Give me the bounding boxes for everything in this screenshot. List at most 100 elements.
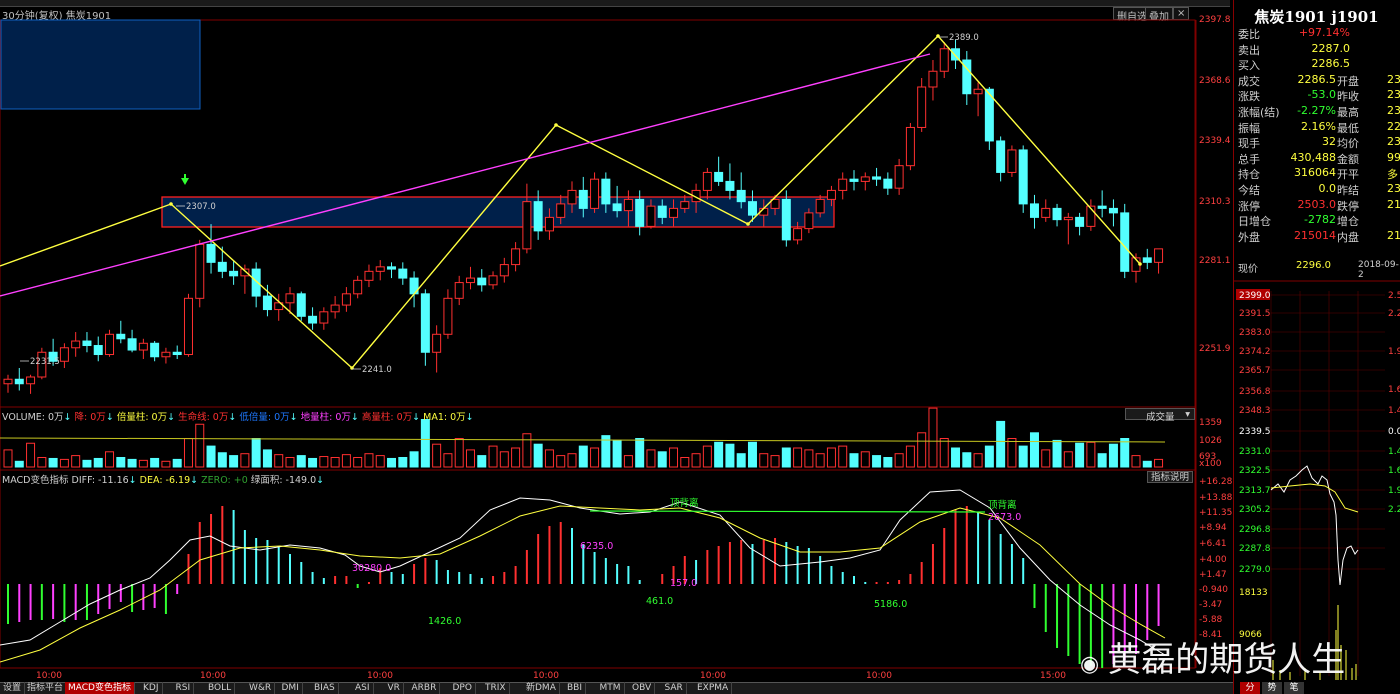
candle-body <box>1007 149 1017 173</box>
volume-bar <box>1097 453 1107 468</box>
indicator-tab-5[interactable]: BOLL <box>205 682 236 694</box>
indicator-tab-6[interactable]: W&R <box>246 682 276 694</box>
volume-bar <box>781 447 791 468</box>
mini-tab-2[interactable]: 笔 <box>1284 682 1304 694</box>
macd-note-2: 1426.0 <box>428 616 461 627</box>
candle-body <box>26 376 36 385</box>
indicator-tab-12[interactable]: DPO <box>450 682 476 694</box>
buy-arrow-icon <box>181 178 189 185</box>
volume-bar <box>150 457 160 468</box>
indicator-tab-19[interactable]: EXPMA <box>694 682 733 694</box>
volume-bar <box>183 438 193 468</box>
quote-row-label: 今结 <box>1238 184 1260 197</box>
chart-canvas[interactable]: 2397.8 2368.6 2339.4 2310.3 2281.1 2251.… <box>0 0 1233 682</box>
candle-body <box>420 293 430 353</box>
pivot-point <box>554 123 558 127</box>
quote-row: 持仓 316064 开平 多 <box>1236 166 1400 182</box>
volume-bar <box>1131 455 1141 468</box>
volume-bar <box>285 457 295 468</box>
vol-tick-2: 1026 <box>1199 436 1222 446</box>
volume-bar <box>1154 458 1164 468</box>
price-tick-2: 2368.6 <box>1199 76 1231 86</box>
indicator-tab-0[interactable]: 设置 <box>0 682 26 694</box>
candle-body <box>1018 149 1028 205</box>
volume-bar <box>657 451 667 468</box>
consolidation-zone <box>161 196 835 228</box>
quote-row-label: 持仓 <box>1238 168 1260 182</box>
time-tick-4: 10:00 <box>533 671 559 681</box>
vol-tick-1: 1359 <box>1199 418 1222 428</box>
candle-body <box>804 212 814 230</box>
candle-body <box>1120 212 1130 272</box>
candle-body <box>714 171 724 182</box>
indicator-tab-9[interactable]: ASI <box>352 682 374 694</box>
macd-tick: -0.940 <box>1199 585 1228 595</box>
candle-body <box>183 297 193 356</box>
vol-ground-label: 地量柱: 0万 <box>300 412 351 423</box>
pivot-point <box>746 222 750 226</box>
indicator-explain-button[interactable]: 指标说明 <box>1147 471 1193 483</box>
indicator-tab-8[interactable]: BIAS <box>311 682 339 694</box>
price-date: 2018-09-2 <box>1358 260 1399 280</box>
indicator-tab-4[interactable]: RSI <box>173 682 195 694</box>
indicator-tab-3[interactable]: KDJ <box>140 682 163 694</box>
candle-body <box>533 201 543 232</box>
volume-bar <box>37 457 47 468</box>
indicator-tab-7[interactable]: DMI <box>279 682 303 694</box>
quote-row-value: 2287.0 <box>1311 41 1351 55</box>
volume-bar <box>747 441 757 468</box>
candle-body <box>894 165 904 189</box>
indicator-tab-14[interactable]: 新DMA <box>523 682 560 694</box>
volume-bar <box>984 445 994 468</box>
mini-tab-1[interactable]: 势 <box>1262 682 1282 694</box>
indicator-tab-11[interactable]: ARBR <box>409 682 441 694</box>
candle-body <box>59 347 69 362</box>
macd-tick: -3.47 <box>1199 600 1222 610</box>
indicator-tab-15[interactable]: BBI <box>564 682 587 694</box>
volume-bar <box>116 457 126 468</box>
quote-row-label: 成交 <box>1238 74 1260 88</box>
volume-bar <box>759 453 769 468</box>
candle-body <box>488 275 498 286</box>
indicator-tab-16[interactable]: MTM <box>597 682 625 694</box>
quote-row-label: 总手 <box>1238 152 1260 166</box>
volume-bar <box>26 442 36 468</box>
volume-indicator-dropdown[interactable]: 成交量 ▾ <box>1125 408 1195 423</box>
volume-bar <box>578 445 588 468</box>
volume-bar <box>544 449 554 468</box>
price-label: 现价 <box>1238 264 1258 275</box>
volume-bar <box>511 447 521 468</box>
volume-bar <box>872 455 882 468</box>
candle-body <box>1142 257 1152 263</box>
candle-body <box>646 205 656 227</box>
indicator-tab-18[interactable]: SAR <box>662 682 687 694</box>
indicator-tab-17[interactable]: OBV <box>629 682 656 694</box>
volume-bar <box>714 441 724 468</box>
macd-diff: DIFF: -11.16 <box>71 475 129 486</box>
time-tick-5: 10:00 <box>700 671 726 681</box>
macd-tick: +13.88 <box>1199 493 1233 503</box>
indicator-tab-1[interactable]: 指标平台 <box>24 682 68 694</box>
macd-note-7: 2673.0 <box>988 512 1021 523</box>
volume-ma-line <box>0 437 1166 443</box>
candle-body <box>612 203 622 212</box>
volume-bar <box>488 445 498 468</box>
volume-bar <box>1063 451 1073 468</box>
volume-bar <box>1142 460 1152 468</box>
candle-body <box>1108 207 1118 214</box>
indicator-tab-2[interactable]: MACD变色指标 <box>65 682 135 694</box>
quote-row-value: 0.0 <box>1318 182 1337 195</box>
volume-bar <box>3 449 13 468</box>
volume-bar <box>274 454 284 468</box>
indicator-tab-13[interactable]: TRIX <box>482 682 510 694</box>
quote-row-value2: 多 <box>1387 168 1398 182</box>
macd-labels: MACD变色指标 DIFF: -11.16↓ DEA: -6.19↓ ZERO:… <box>2 475 325 486</box>
watermark-text: 黄磊的期货人生 <box>1107 640 1346 680</box>
macd-histogram <box>7 506 1160 668</box>
price-tick-6: 2251.9 <box>1199 344 1231 354</box>
mini-tab-0[interactable]: 分 <box>1240 682 1260 694</box>
indicator-tab-10[interactable]: VR <box>385 682 404 694</box>
pivot-point <box>1138 262 1142 266</box>
candle-body <box>578 189 588 209</box>
quote-row: 日增仓 -2782 增仓 <box>1236 213 1400 229</box>
